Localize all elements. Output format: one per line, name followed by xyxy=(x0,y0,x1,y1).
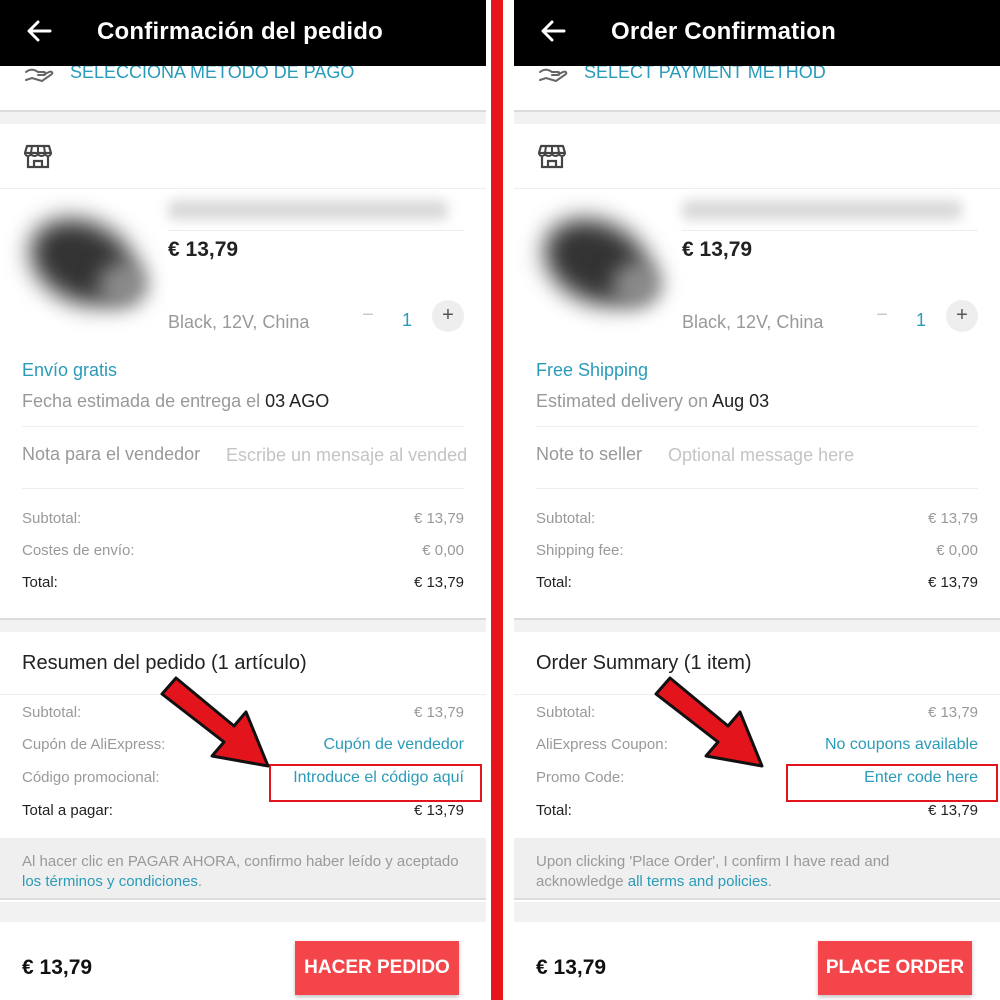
shipping-cost-value: € 0,00 xyxy=(422,542,464,559)
footer-total-price: € 13,79 xyxy=(536,956,607,979)
subtotal-row: Subtotal: € 13,79 xyxy=(22,510,464,532)
promo-code-highlight xyxy=(269,764,482,802)
terms-suffix: . xyxy=(197,873,203,890)
shipping-method[interactable]: Envío gratis xyxy=(22,360,117,381)
delivery-date: 03 AGO xyxy=(265,391,330,411)
delivery-date: Aug 03 xyxy=(712,391,770,411)
quantity-decrease-button[interactable]: − xyxy=(866,300,898,332)
promo-code-highlight xyxy=(786,764,998,802)
payment-method-row[interactable]: SELECT PAYMENT METHOD xyxy=(514,58,1000,112)
header-bar: Order Confirmation xyxy=(514,0,1000,66)
subtotal-value: € 13,79 xyxy=(413,510,464,527)
panel-divider xyxy=(491,0,503,1000)
amount-due-label: Total a pagar: xyxy=(22,802,113,819)
seller-note-label: Note to seller xyxy=(536,444,643,464)
amount-due-label: Total: xyxy=(536,802,572,819)
product-name[interactable] xyxy=(168,200,448,220)
subtotal-value: € 13,79 xyxy=(927,510,978,527)
seller-note-input[interactable] xyxy=(226,440,466,470)
header-bar: Confirmación del pedido xyxy=(0,0,486,66)
total-label: Total: xyxy=(22,574,58,591)
total-label: Total: xyxy=(536,574,572,591)
quantity-increase-button[interactable]: + xyxy=(946,300,978,332)
store-icon xyxy=(538,144,566,169)
quantity-value: 1 xyxy=(915,310,926,330)
store-icon xyxy=(24,144,52,169)
product-price: € 13,79 xyxy=(168,238,239,261)
panel-english: Order Confirmation SELECT PAYMENT METHOD… xyxy=(514,0,1000,1000)
terms-notice: Upon clicking 'Place Order', I confirm I… xyxy=(514,838,1000,900)
subtotal-label: Subtotal: xyxy=(536,510,596,527)
amount-due-row: Total a pagar: € 13,79 xyxy=(22,802,464,824)
total-row: Total: € 13,79 xyxy=(536,574,978,596)
product-price: € 13,79 xyxy=(682,238,753,261)
terms-suffix: . xyxy=(767,873,772,890)
shipping-cost-label: Costes de envío: xyxy=(22,542,135,559)
arrow-left-icon[interactable] xyxy=(24,16,54,46)
delivery-label: Fecha estimada de entrega el xyxy=(22,391,266,411)
promo-code-label: Código promocional: xyxy=(22,769,160,786)
seller-note-input[interactable] xyxy=(668,440,968,470)
checkout-footer: € 13,79 PLACE ORDER xyxy=(514,922,1000,1000)
shipping-cost-row: Shipping fee: € 0,00 xyxy=(536,542,978,564)
summary-subtotal-value: € 13,79 xyxy=(413,704,464,721)
product-name[interactable] xyxy=(682,200,962,220)
product-variant[interactable]: Black, 12V, China xyxy=(682,312,823,333)
terms-text: Al hacer clic en PAGAR AHORA, confirmo h… xyxy=(22,853,459,870)
terms-notice: Al hacer clic en PAGAR AHORA, confirmo h… xyxy=(0,838,486,900)
quantity-value: 1 xyxy=(401,310,412,330)
payment-method-row[interactable]: SELECCIONA MÉTODO DE PAGO xyxy=(0,58,486,112)
total-value: € 13,79 xyxy=(413,574,464,591)
shipping-method[interactable]: Free Shipping xyxy=(536,360,648,381)
quantity-decrease-button[interactable]: − xyxy=(352,300,384,332)
delivery-estimate: Fecha estimada de entrega el 03 AGO xyxy=(22,391,329,412)
coupon-link[interactable]: No coupons available xyxy=(825,736,978,754)
summary-subtotal-label: Subtotal: xyxy=(536,704,596,721)
quantity-increase-button[interactable]: + xyxy=(432,300,464,332)
place-order-button[interactable]: PLACE ORDER xyxy=(818,941,972,995)
red-arrow-annotation xyxy=(160,676,270,768)
product-thumbnail[interactable] xyxy=(530,202,682,332)
delivery-estimate: Estimated delivery on Aug 03 xyxy=(536,391,769,412)
red-arrow-annotation xyxy=(654,676,764,768)
shipping-cost-label: Shipping fee: xyxy=(536,542,624,559)
footer-total-price: € 13,79 xyxy=(22,956,93,979)
total-value: € 13,79 xyxy=(927,574,978,591)
terms-link[interactable]: los términos y condiciones xyxy=(22,873,198,890)
coupon-label: Cupón de AliExpress: xyxy=(22,736,166,753)
amount-due-value: € 13,79 xyxy=(413,802,464,819)
subtotal-row: Subtotal: € 13,79 xyxy=(536,510,978,532)
summary-subtotal-value: € 13,79 xyxy=(927,704,978,721)
order-item-card: € 13,79 Black, 12V, China − 1 + Envío gr… xyxy=(0,124,486,620)
checkout-footer: € 13,79 HACER PEDIDO xyxy=(0,922,486,1000)
arrow-left-icon[interactable] xyxy=(538,16,568,46)
seller-note-label: Nota para el vendedor xyxy=(22,444,201,464)
delivery-label: Estimated delivery on xyxy=(536,391,713,411)
promo-code-label: Promo Code: xyxy=(536,769,625,786)
shipping-cost-value: € 0,00 xyxy=(936,542,978,559)
terms-link[interactable]: all terms and policies xyxy=(628,873,768,890)
place-order-button[interactable]: HACER PEDIDO xyxy=(295,941,459,995)
amount-due-value: € 13,79 xyxy=(927,802,978,819)
order-item-card: € 13,79 Black, 12V, China − 1 + Free Shi… xyxy=(514,124,1000,620)
amount-due-row: Total: € 13,79 xyxy=(536,802,978,824)
coupon-link[interactable]: Cupón de vendedor xyxy=(323,736,464,754)
page-title: Order Confirmation xyxy=(611,18,836,45)
subtotal-label: Subtotal: xyxy=(22,510,82,527)
product-thumbnail[interactable] xyxy=(16,202,168,332)
summary-subtotal-label: Subtotal: xyxy=(22,704,82,721)
shipping-cost-row: Costes de envío: € 0,00 xyxy=(22,542,464,564)
page-title: Confirmación del pedido xyxy=(97,18,383,45)
product-variant[interactable]: Black, 12V, China xyxy=(168,312,309,333)
total-row: Total: € 13,79 xyxy=(22,574,464,596)
panel-spanish: Confirmación del pedido SELECCIONA MÉTOD… xyxy=(0,0,486,1000)
